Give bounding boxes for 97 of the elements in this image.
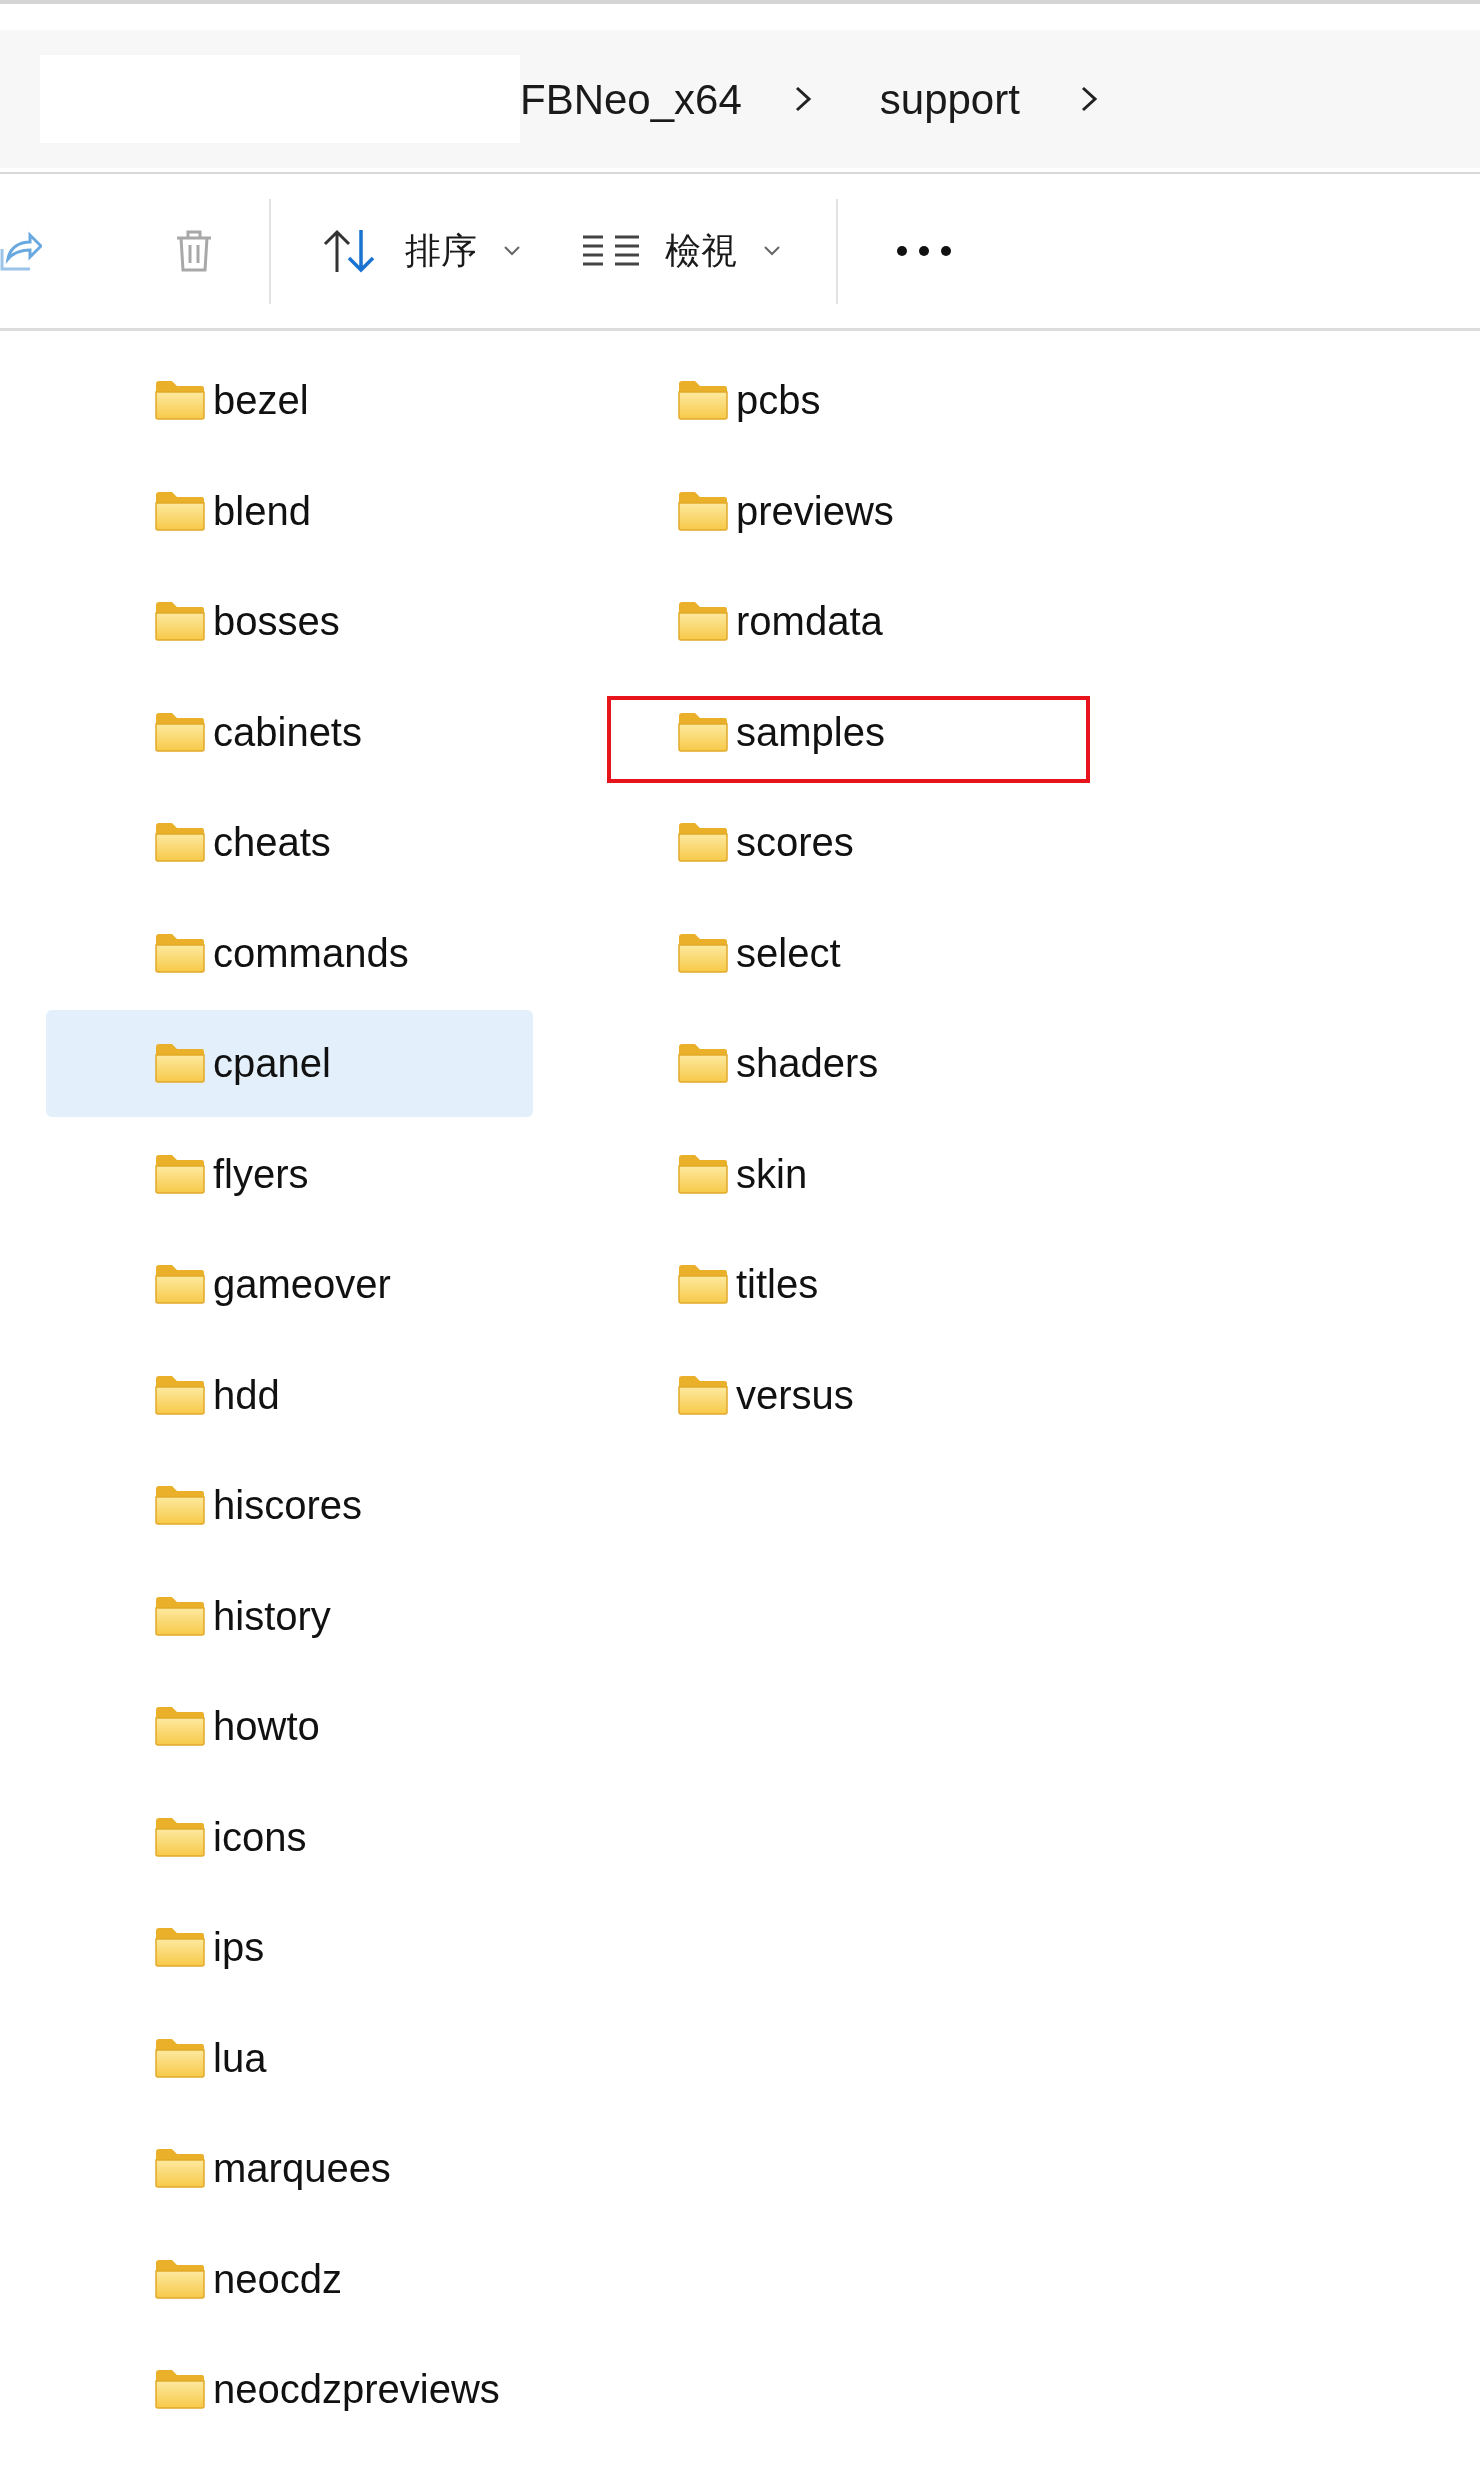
folder-name: titles [736,1261,819,1309]
folder-icon [155,1374,205,1415]
view-button[interactable]: 檢視 [583,224,781,278]
folder-icon [678,822,728,863]
folder-icon [155,2037,205,2078]
folder-item[interactable]: select [569,899,1056,1006]
folder-icon [155,2369,205,2410]
folder-item[interactable]: icons [46,1783,533,1890]
folder-item[interactable]: gameover [46,1231,533,1338]
folder-item[interactable]: blend [46,457,533,564]
folder-icon [678,711,728,752]
folder-name: lua [213,2034,267,2082]
folder-name: howto [213,1703,320,1751]
folder-icon [155,1485,205,1526]
folder-icon [678,380,728,421]
folder-icon [155,1927,205,1968]
folder-item[interactable]: cabinets [46,678,533,785]
chevron-down-icon [503,245,521,257]
folder-item[interactable]: neocdz [46,2225,533,2332]
folder-name: hdd [213,1371,280,1419]
folder-icon [155,1595,205,1636]
folder-icon [155,932,205,973]
folder-name: scores [736,819,854,867]
folder-item[interactable]: flyers [46,1120,533,1227]
folder-item[interactable]: neocdzpreviews [46,2336,533,2443]
folder-icon [155,601,205,642]
folder-item[interactable]: samples [569,678,1056,785]
folder-item[interactable]: howto [46,1673,533,1780]
folder-icon [678,1153,728,1194]
folder-item[interactable]: previews [569,457,1056,564]
folder-icon [678,1374,728,1415]
breadcrumb-item[interactable]: FBNeo_x64 [520,67,742,131]
folder-name: samples [736,708,885,756]
folder-name: shaders [736,1040,879,1088]
folder-item[interactable]: lua [46,2004,533,2111]
folder-icon [155,2148,205,2189]
folder-icon [678,932,728,973]
folder-name: icons [213,1813,307,1861]
folder-name: cpanel [213,1040,331,1088]
folder-item[interactable]: cpanel [46,1010,533,1117]
breadcrumb-item[interactable]: support [879,67,1020,131]
folder-icon [155,1153,205,1194]
folder-name: bosses [213,598,340,646]
folder-icon [155,711,205,752]
folder-icon [155,1043,205,1084]
folder-item[interactable]: shaders [569,1010,1056,1117]
folder-item[interactable]: scores [569,789,1056,896]
folder-icon [155,490,205,531]
folder-name: bezel [213,377,309,425]
share-icon[interactable] [0,229,42,273]
folder-name: flyers [213,1150,309,1198]
folder-icon [155,2258,205,2299]
folder-name: hiscores [213,1482,362,1530]
folder-name: cheats [213,819,331,867]
folder-item[interactable]: history [46,1562,533,1669]
folder-item[interactable]: versus [569,1341,1056,1448]
folder-icon [155,822,205,863]
sort-button[interactable]: 排序 [321,224,521,278]
folder-name: pcbs [736,377,821,425]
folder-item[interactable]: ips [46,1894,533,2001]
folder-icon [155,1264,205,1305]
folder-name: neocdzpreviews [213,2366,500,2414]
folder-icon [155,1706,205,1747]
folder-item[interactable]: hdd [46,1341,533,1448]
folder-name: neocdz [213,2255,342,2303]
folder-name: previews [736,487,894,535]
folder-name: commands [213,929,409,977]
folder-name: ips [213,1924,265,1972]
folder-item[interactable]: cheats [46,789,533,896]
folder-name: romdata [736,598,883,646]
folder-icon [678,1043,728,1084]
folder-item[interactable]: romdata [569,568,1056,675]
folder-item[interactable]: titles [569,1231,1056,1338]
chevron-down-icon [763,245,781,257]
folder-icon [155,1816,205,1857]
folder-name: history [213,1592,331,1640]
folder-name: marquees [213,2145,391,2193]
folder-icon [678,601,728,642]
folder-name: gameover [213,1261,391,1309]
folder-item[interactable]: bezel [46,347,533,454]
folder-item[interactable]: skin [569,1120,1056,1227]
folder-item[interactable]: hiscores [46,1452,533,1559]
folder-item[interactable]: commands [46,899,533,1006]
trash-icon[interactable] [175,229,213,273]
list-icon [583,234,639,268]
folder-name: versus [736,1371,854,1419]
folder-name: blend [213,487,311,535]
folder-icon [155,380,205,421]
folder-icon [678,1264,728,1305]
folder-item[interactable]: marquees [46,2115,533,2222]
folder-item[interactable]: bosses [46,568,533,675]
folder-icon [678,490,728,531]
more-icon[interactable] [896,245,952,257]
folder-name: skin [736,1150,808,1198]
folder-item[interactable]: pcbs [569,347,1056,454]
folder-name: select [736,929,841,977]
folder-name: cabinets [213,708,362,756]
